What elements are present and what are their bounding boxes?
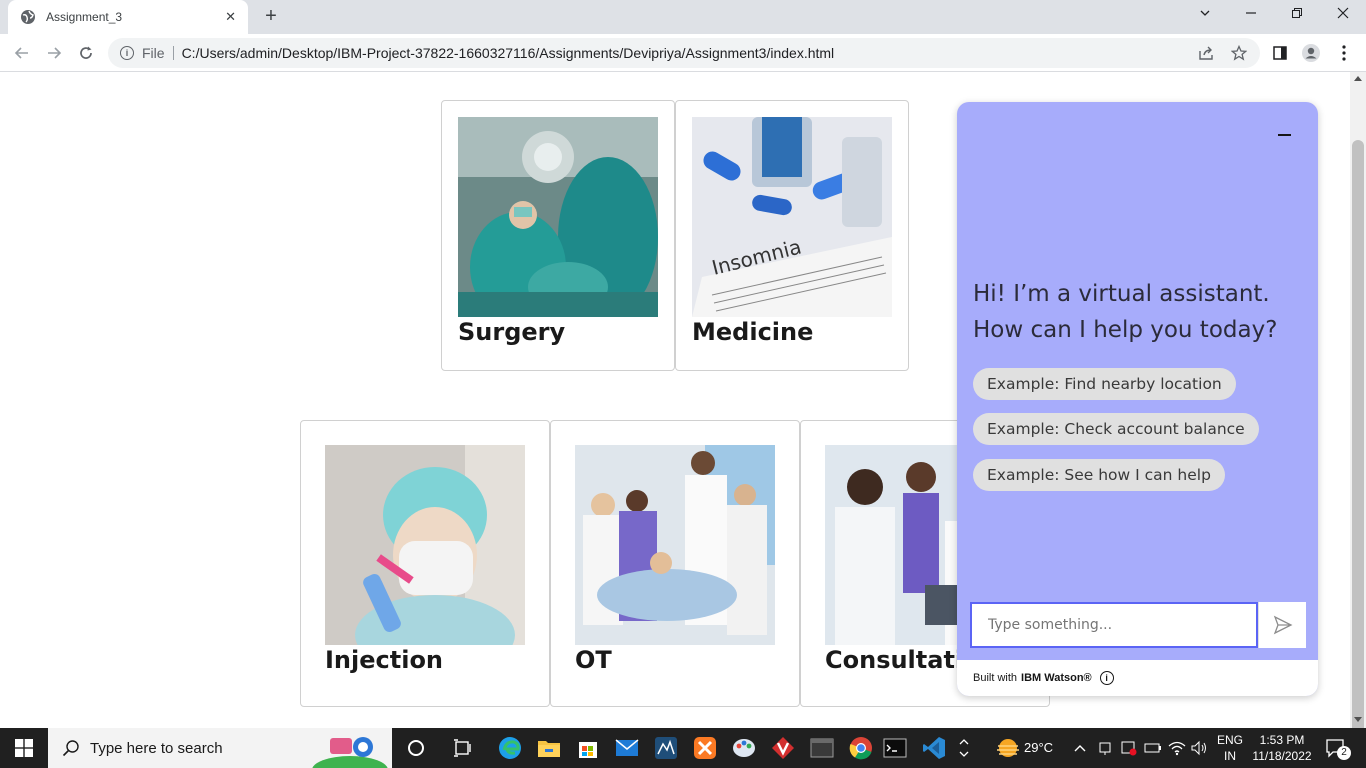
card-label-surgery: Surgery: [458, 318, 566, 346]
vim-icon[interactable]: [769, 734, 797, 762]
command-prompt-icon[interactable]: [881, 734, 909, 762]
scroll-up-arrow-icon[interactable]: [1354, 76, 1362, 81]
search-placeholder: Type here to search: [90, 739, 223, 757]
card-injection[interactable]: Injection: [300, 420, 550, 707]
example-chip-balance[interactable]: Example: Check account balance: [973, 413, 1259, 445]
cortana-icon[interactable]: [402, 734, 430, 762]
surgery-photo: [458, 117, 658, 317]
minimize-window-button[interactable]: [1228, 6, 1274, 22]
restore-window-button[interactable]: [1274, 6, 1320, 22]
close-window-button[interactable]: [1320, 6, 1366, 22]
language-indicator[interactable]: ENG IN: [1216, 732, 1244, 764]
search-icon: [62, 740, 79, 757]
footer-prefix: Built with: [973, 672, 1018, 684]
back-icon[interactable]: [12, 43, 32, 63]
injection-photo: [325, 445, 525, 645]
weather-icon[interactable]: [994, 734, 1022, 762]
url-text[interactable]: C:/Users/admin/Desktop/IBM-Project-37822…: [182, 45, 835, 61]
vscode-icon[interactable]: [920, 734, 948, 762]
forward-icon[interactable]: [44, 43, 64, 63]
wifi-icon[interactable]: [1166, 734, 1188, 762]
meet-now-icon[interactable]: [1094, 734, 1116, 762]
new-tab-button[interactable]: +: [260, 6, 282, 28]
weather-temp[interactable]: 29°C: [1024, 740, 1053, 755]
tray-overflow-icon[interactable]: [954, 734, 974, 762]
card-medicine[interactable]: Insomnia Medicine: [675, 100, 909, 371]
card-ot[interactable]: OT: [550, 420, 800, 707]
assistant-greeting: Hi! I’m a virtual assistant. How can I h…: [973, 281, 1278, 343]
search-highlight-icon: [312, 737, 388, 768]
menu-kebab-icon[interactable]: [1334, 43, 1354, 63]
footer-brand: IBM Watson®: [1021, 672, 1092, 684]
windows-start-icon[interactable]: [0, 728, 48, 768]
card-label-ot: OT: [575, 646, 612, 674]
clock-date: 11/18/2022: [1252, 749, 1312, 763]
url-scheme: File: [142, 46, 174, 60]
file-explorer-icon[interactable]: [535, 734, 563, 762]
task-view-icon[interactable]: [449, 734, 477, 762]
chat-footer: Built with IBM Watson® i: [957, 660, 1318, 696]
chrome-icon[interactable]: [847, 734, 875, 762]
card-label-medicine: Medicine: [692, 318, 814, 346]
taskbar-search[interactable]: Type here to search: [48, 728, 392, 768]
minimize-chat-button[interactable]: [1278, 126, 1292, 140]
region-code: IN: [1224, 749, 1236, 763]
scrollbar-thumb[interactable]: [1352, 140, 1364, 768]
card-surgery[interactable]: Surgery: [441, 100, 675, 371]
battery-icon[interactable]: [1142, 734, 1164, 762]
scroll-down-arrow-icon[interactable]: [1354, 717, 1362, 722]
clock-time: 1:53 PM: [1259, 733, 1305, 747]
chat-input-area: [970, 602, 1306, 648]
chevron-down-icon[interactable]: [1182, 6, 1228, 22]
info-icon[interactable]: i: [120, 46, 134, 60]
close-icon[interactable]: ✕: [225, 9, 236, 25]
clock[interactable]: 1:53 PM 11/18/2022: [1248, 732, 1316, 764]
watson-assistant-widget: Hi! I’m a virtual assistant. How can I h…: [957, 102, 1318, 696]
xampp-icon[interactable]: [691, 734, 719, 762]
address-bar[interactable]: i File C:/Users/admin/Desktop/IBM-Projec…: [108, 38, 1260, 68]
microsoft-store-icon[interactable]: [574, 734, 602, 762]
globe-icon: [20, 9, 36, 25]
example-chip-location[interactable]: Example: Find nearby location: [973, 368, 1236, 400]
chat-message-input[interactable]: [970, 602, 1258, 648]
paint-icon[interactable]: [730, 734, 758, 762]
volume-icon[interactable]: [1188, 734, 1210, 762]
mysql-workbench-icon[interactable]: [652, 734, 680, 762]
notification-center-icon[interactable]: 2: [1322, 734, 1351, 762]
medicine-photo: Insomnia: [692, 117, 892, 317]
language-code: ENG: [1216, 733, 1243, 747]
card-label-injection: Injection: [325, 646, 444, 674]
send-button[interactable]: [1258, 602, 1306, 648]
tab-assignment[interactable]: Assignment_3 ✕: [8, 0, 248, 34]
side-panel-icon[interactable]: [1270, 43, 1290, 63]
security-alert-icon[interactable]: [1118, 734, 1140, 762]
page-scrollbar[interactable]: [1350, 72, 1366, 768]
bookmark-star-icon[interactable]: [1231, 38, 1247, 68]
reload-icon[interactable]: [76, 43, 96, 63]
profile-avatar-icon[interactable]: [1301, 43, 1321, 63]
send-icon: [1273, 615, 1292, 635]
edge-browser-icon[interactable]: [496, 734, 524, 762]
example-chip-help[interactable]: Example: See how I can help: [973, 459, 1225, 491]
tab-title: Assignment_3: [46, 10, 123, 24]
terminal-app-icon[interactable]: [808, 734, 836, 762]
tab-strip: Assignment_3 ✕ +: [0, 0, 1366, 34]
browser-toolbar: i File C:/Users/admin/Desktop/IBM-Projec…: [0, 34, 1366, 72]
notification-count: 2: [1337, 746, 1351, 760]
chevron-up-icon[interactable]: [1068, 734, 1092, 762]
mail-icon[interactable]: [613, 734, 641, 762]
windows-taskbar: Type here to search 29°C ENG IN 1:53 PM …: [0, 728, 1366, 768]
ot-photo: [575, 445, 775, 645]
info-icon[interactable]: i: [1099, 671, 1114, 685]
share-icon[interactable]: [1198, 38, 1214, 68]
